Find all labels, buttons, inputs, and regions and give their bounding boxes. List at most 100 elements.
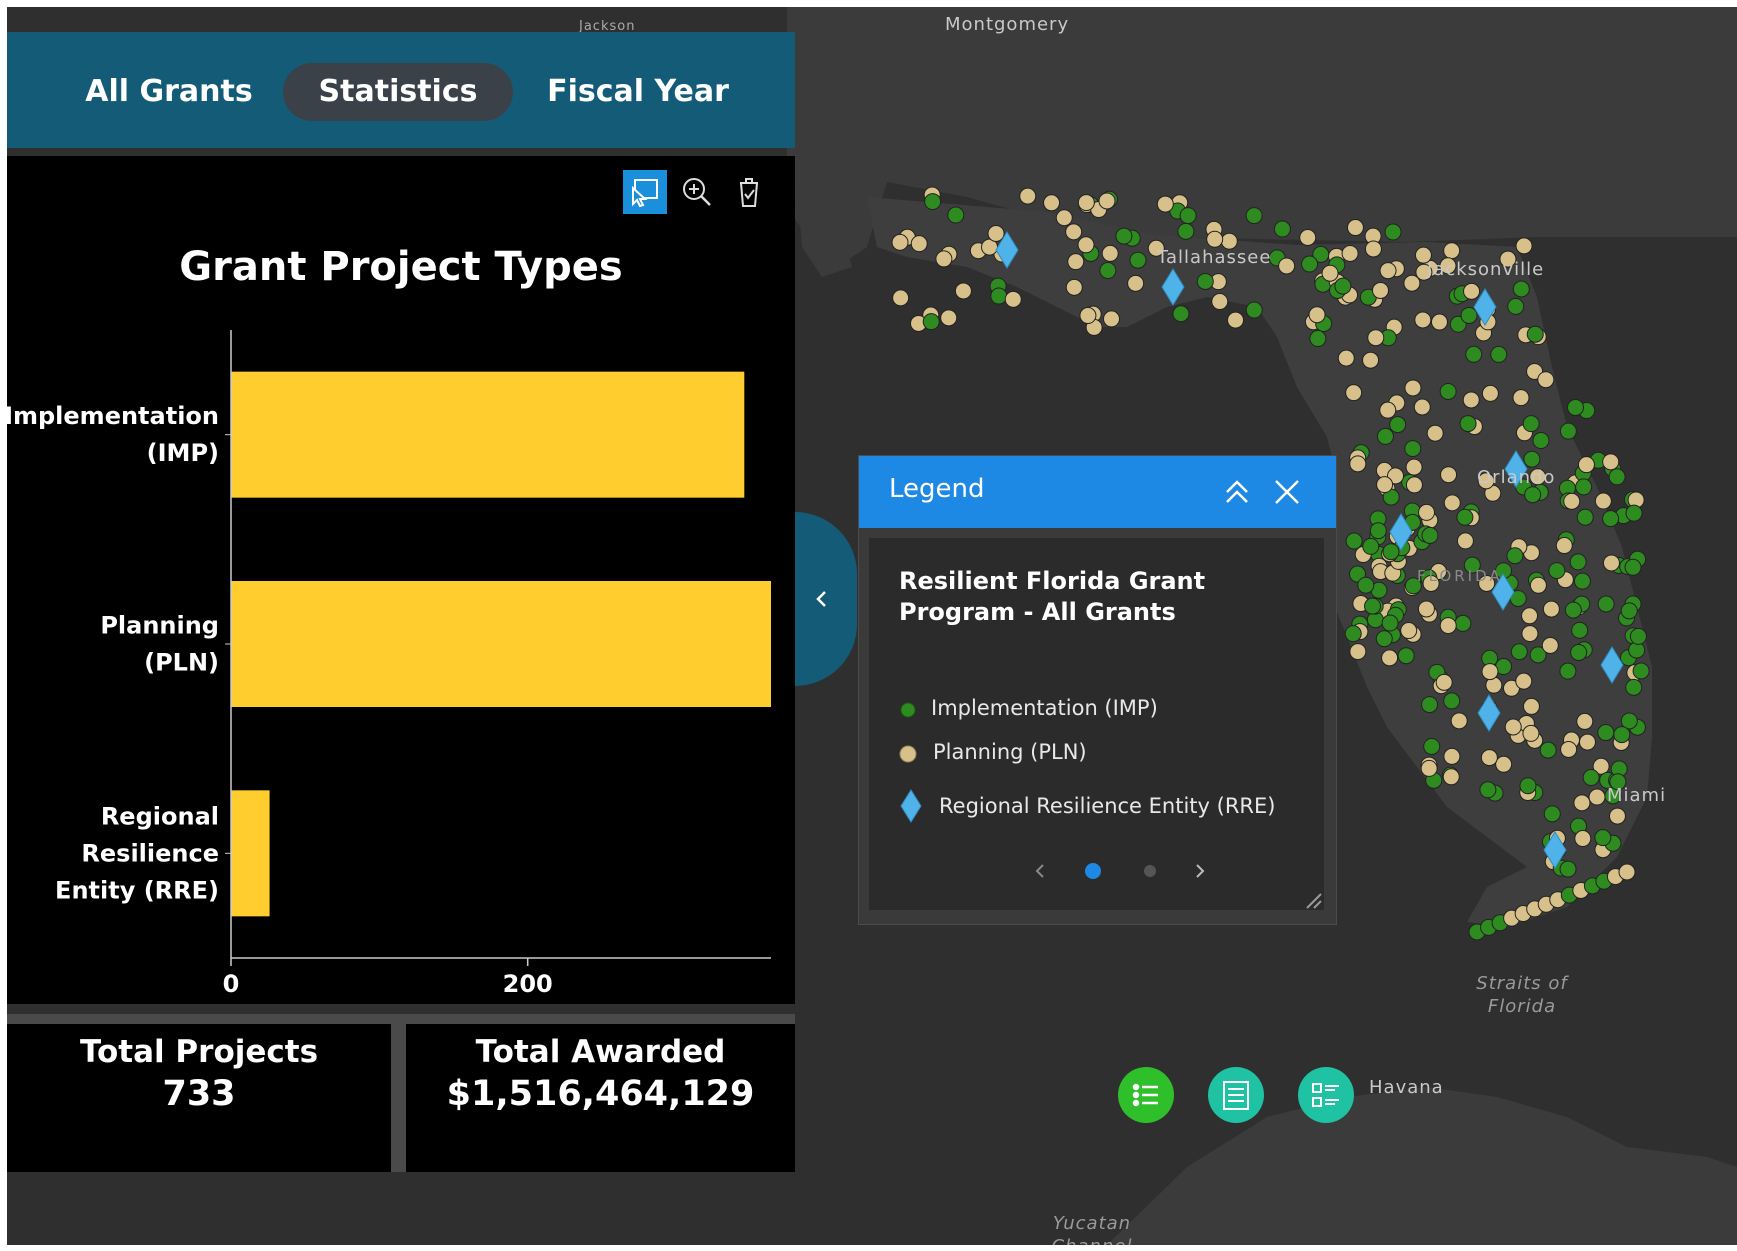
implementation-point[interactable]	[1423, 737, 1441, 755]
implementation-point[interactable]	[1543, 805, 1561, 823]
chevron-right-icon[interactable]	[1196, 864, 1205, 878]
planning-point[interactable]	[1522, 697, 1540, 715]
implementation-point[interactable]	[1369, 522, 1387, 540]
planning-point[interactable]	[1413, 398, 1431, 416]
implementation-point[interactable]	[1506, 547, 1524, 565]
planning-point[interactable]	[1156, 195, 1174, 213]
implementation-point[interactable]	[1629, 627, 1647, 645]
implementation-point[interactable]	[1364, 597, 1382, 615]
planning-point[interactable]	[1381, 649, 1399, 667]
planning-point[interactable]	[1495, 755, 1513, 773]
planning-point[interactable]	[1299, 228, 1317, 246]
planning-point[interactable]	[1529, 576, 1547, 594]
planning-point[interactable]	[1349, 455, 1367, 473]
planning-point[interactable]	[1227, 311, 1245, 329]
implementation-point[interactable]	[990, 287, 1008, 305]
planning-point[interactable]	[1278, 257, 1296, 275]
planning-point[interactable]	[1588, 788, 1606, 806]
planning-point[interactable]	[1426, 424, 1444, 442]
implementation-point[interactable]	[1575, 478, 1593, 496]
chevron-left-icon[interactable]	[1035, 864, 1044, 878]
resize-handle-icon[interactable]	[1305, 892, 1323, 910]
planning-point[interactable]	[1364, 240, 1382, 258]
planning-point[interactable]	[1362, 351, 1380, 369]
planning-point[interactable]	[1443, 494, 1461, 512]
planning-point[interactable]	[1578, 733, 1596, 751]
planning-point[interactable]	[1098, 192, 1116, 210]
implementation-point[interactable]	[1454, 614, 1472, 632]
planning-point[interactable]	[1435, 673, 1453, 691]
planning-point[interactable]	[1043, 194, 1061, 212]
planning-point[interactable]	[1004, 290, 1022, 308]
implementation-point[interactable]	[1459, 415, 1477, 433]
planning-point[interactable]	[1618, 863, 1636, 881]
planning-point[interactable]	[1414, 311, 1432, 329]
implementation-point[interactable]	[1559, 662, 1577, 680]
planning-point[interactable]	[1341, 244, 1359, 262]
planning-point[interactable]	[1077, 194, 1095, 212]
implementation-point[interactable]	[1620, 602, 1638, 620]
table-button[interactable]	[1208, 1067, 1264, 1123]
planning-point[interactable]	[1420, 759, 1438, 777]
implementation-point[interactable]	[1397, 647, 1415, 665]
implementation-point[interactable]	[1522, 415, 1540, 433]
implementation-point[interactable]	[1594, 829, 1612, 847]
planning-point[interactable]	[1206, 230, 1224, 248]
bar-3[interactable]	[231, 790, 270, 917]
implementation-point[interactable]	[922, 313, 940, 331]
planning-point[interactable]	[1308, 306, 1326, 324]
planning-point[interactable]	[1563, 492, 1581, 510]
planning-point[interactable]	[1456, 532, 1474, 550]
implementation-point[interactable]	[1421, 696, 1439, 714]
implementation-point[interactable]	[1559, 860, 1577, 878]
planning-point[interactable]	[1055, 209, 1073, 227]
planning-point[interactable]	[1079, 307, 1097, 325]
planning-point[interactable]	[1127, 274, 1145, 292]
planning-point[interactable]	[891, 233, 909, 251]
planning-point[interactable]	[1379, 401, 1397, 419]
planning-point[interactable]	[1594, 492, 1612, 510]
implementation-point[interactable]	[1421, 526, 1439, 544]
implementation-point[interactable]	[1172, 305, 1190, 323]
bar-2[interactable]	[231, 581, 771, 707]
planning-point[interactable]	[1576, 712, 1594, 730]
implementation-point[interactable]	[1345, 532, 1363, 550]
planning-point[interactable]	[1349, 643, 1367, 661]
page-dot[interactable]	[1144, 865, 1156, 877]
page-dot-active[interactable]	[1085, 863, 1101, 879]
planning-point[interactable]	[1346, 219, 1364, 237]
planning-point[interactable]	[1555, 537, 1573, 555]
planning-point[interactable]	[1417, 600, 1435, 618]
implementation-point[interactable]	[1273, 220, 1291, 238]
planning-point[interactable]	[1515, 237, 1533, 255]
implementation-point[interactable]	[1490, 345, 1508, 363]
planning-point[interactable]	[1065, 223, 1083, 241]
implementation-point[interactable]	[1559, 422, 1577, 440]
planning-point[interactable]	[1577, 456, 1595, 474]
implementation-point[interactable]	[1099, 262, 1117, 280]
implementation-point[interactable]	[1570, 643, 1588, 661]
implementation-point[interactable]	[1532, 432, 1550, 450]
planning-point[interactable]	[1103, 310, 1121, 328]
planning-point[interactable]	[1608, 807, 1626, 825]
bar-1[interactable]	[231, 371, 745, 498]
implementation-point[interactable]	[924, 193, 942, 211]
implementation-point[interactable]	[1384, 223, 1402, 241]
tab-fiscal-year[interactable]: Fiscal Year	[527, 63, 749, 121]
planning-point[interactable]	[940, 309, 958, 327]
implementation-point[interactable]	[1576, 508, 1594, 526]
planning-point[interactable]	[1440, 466, 1458, 484]
tab-all-grants[interactable]: All Grants	[69, 63, 269, 121]
implementation-point[interactable]	[947, 206, 965, 224]
implementation-point[interactable]	[1479, 781, 1497, 799]
planning-point[interactable]	[1602, 453, 1620, 471]
implementation-point[interactable]	[1632, 662, 1650, 680]
planning-point[interactable]	[892, 289, 910, 307]
planning-point[interactable]	[1481, 384, 1499, 402]
planning-point[interactable]	[1443, 242, 1461, 260]
planning-point[interactable]	[1504, 718, 1522, 736]
implementation-point[interactable]	[1613, 726, 1631, 744]
implementation-point[interactable]	[1512, 280, 1530, 298]
collapse-panel-button[interactable]	[795, 512, 857, 686]
planning-point[interactable]	[1321, 264, 1339, 282]
